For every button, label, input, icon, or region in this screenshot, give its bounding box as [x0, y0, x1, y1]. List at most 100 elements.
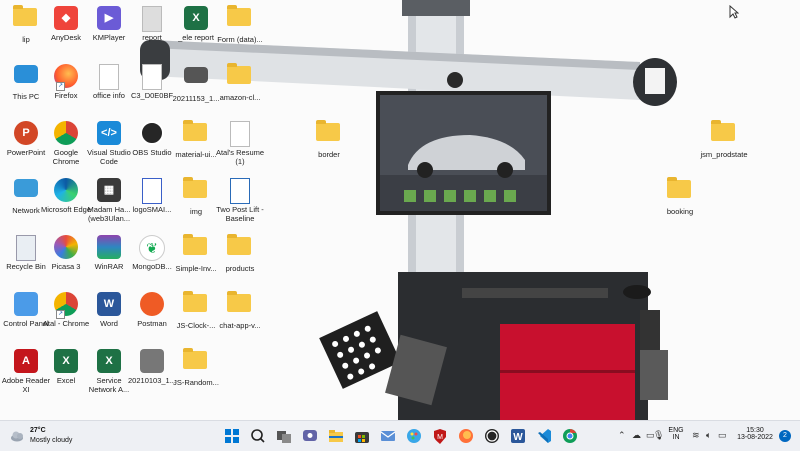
language-indicator[interactable]: ENG IN: [668, 427, 684, 441]
folder-icon: [183, 234, 209, 263]
edge-icon: [53, 178, 79, 204]
language-region: IN: [672, 434, 680, 441]
clock[interactable]: 15:30 13-08-2022: [737, 427, 773, 441]
picasa-icon: [53, 235, 79, 261]
desktop-icon-booking[interactable]: booking: [654, 176, 706, 228]
word-icon: W: [511, 429, 525, 443]
language-code: ENG: [668, 427, 684, 434]
desktop-icon-border[interactable]: border: [303, 119, 355, 171]
folder-icon: [227, 63, 253, 92]
document-icon: [139, 64, 165, 90]
mail-icon: [380, 431, 396, 441]
battery-icon[interactable]: ▭: [718, 430, 727, 441]
file-explorer-icon: [329, 430, 343, 442]
control-panel-icon: [13, 292, 39, 318]
firefox-icon: [459, 429, 473, 443]
mouse-cursor-icon: [729, 5, 739, 19]
anydesk-icon: ◆: [53, 6, 79, 32]
vscode-icon: </>: [96, 121, 122, 147]
desktop-icon-atals-resume[interactable]: Atal's Resume (1): [214, 119, 266, 171]
folder-icon: [227, 5, 253, 34]
desktop-icon-products[interactable]: products: [214, 233, 266, 285]
winrar-icon: [96, 235, 122, 261]
chrome-taskbar-button[interactable]: [560, 426, 580, 446]
obs-icon: [139, 121, 165, 147]
recycle-bin-icon: [13, 235, 39, 261]
image-file-icon: [183, 67, 209, 93]
obs-icon: [485, 429, 499, 443]
cloud-icon: [11, 431, 23, 442]
document-icon: [96, 64, 122, 90]
weather-temp: 27°C: [30, 427, 46, 434]
image-file-icon: [139, 349, 165, 375]
chrome-icon: [563, 429, 577, 443]
chat-icon: [303, 430, 317, 441]
start-button[interactable]: [222, 426, 242, 446]
task-view-icon: [277, 431, 291, 443]
folder-icon: [667, 177, 693, 206]
mcafee-button[interactable]: M: [430, 426, 450, 446]
search-icon: [251, 429, 265, 443]
microphone-icon[interactable]: 🎙︎: [653, 430, 664, 441]
folder-icon: [227, 234, 253, 263]
obs-taskbar-button[interactable]: [482, 426, 502, 446]
desktop-icon-js-random[interactable]: JS-Random...: [170, 347, 222, 399]
vscode-taskbar-button[interactable]: [534, 426, 554, 446]
folder-icon: [711, 120, 737, 149]
desktop: lip This PC P PowerPoint Network Recycle…: [0, 0, 800, 420]
excel-file-icon: X: [183, 6, 209, 32]
mail-button[interactable]: [378, 426, 398, 446]
image-file-icon: [139, 178, 165, 204]
word-icon: W: [96, 292, 122, 318]
folder-icon: [316, 120, 342, 149]
chrome-icon: [53, 121, 79, 147]
folder-icon: [183, 120, 209, 149]
this-pc-icon: [13, 65, 39, 91]
weather-widget[interactable]: 27°C Mostly cloudy: [8, 424, 88, 448]
desktop-icon-two-post-lift[interactable]: Two Post Lift - Baseline: [214, 176, 266, 228]
video-file-icon: ▦: [96, 178, 122, 204]
clock-date: 13-08-2022: [737, 434, 773, 441]
notification-badge[interactable]: 2: [779, 430, 791, 442]
volume-icon[interactable]: 🔈︎: [706, 430, 711, 441]
image-file-icon: [227, 178, 253, 204]
firefox-taskbar-button[interactable]: [456, 426, 476, 446]
word-taskbar-button[interactable]: W: [508, 426, 528, 446]
folder-icon: [13, 5, 39, 34]
excel-file-icon: X: [96, 349, 122, 375]
folder-icon: [183, 291, 209, 320]
mcafee-icon: M: [434, 429, 446, 444]
onedrive-icon[interactable]: ☁: [632, 430, 641, 441]
clock-time: 15:30: [746, 427, 764, 434]
chrome-icon: ↗: [53, 292, 79, 319]
document-icon: [139, 6, 165, 32]
taskbar: 27°C Mostly cloudy M W ⌃ ☁ ▭ 🎙︎ ENG IN ≋…: [0, 420, 800, 451]
start-icon: [225, 429, 239, 443]
wifi-icon[interactable]: ≋: [692, 430, 700, 441]
folder-icon: [183, 348, 209, 377]
microsoft-store-icon: [355, 432, 369, 443]
desktop-icon-jsm-prodstate[interactable]: jsm_prodstate: [698, 119, 750, 171]
desktop-icon-form-data[interactable]: Form (data)...: [214, 4, 266, 56]
task-view-button[interactable]: [274, 426, 294, 446]
mongodb-icon: ❦: [139, 235, 165, 261]
vscode-icon: [538, 429, 551, 443]
chevron-up-icon[interactable]: ⌃: [618, 430, 626, 441]
weather-desc: Mostly cloudy: [30, 437, 73, 444]
desktop-icon-amazon-cl[interactable]: amazon-cl...: [214, 62, 266, 114]
file-explorer-button[interactable]: [326, 426, 346, 446]
postman-icon: [139, 292, 165, 318]
paint-button[interactable]: [404, 426, 424, 446]
excel-icon: X: [53, 349, 79, 375]
adobe-reader-icon: A: [13, 349, 39, 375]
svg-text:M: M: [437, 434, 443, 441]
chat-button[interactable]: [300, 426, 320, 446]
folder-icon: [227, 291, 253, 320]
svg-text:W: W: [513, 432, 523, 443]
microsoft-store-button[interactable]: [352, 426, 372, 446]
firefox-icon: ↗: [53, 64, 79, 91]
paint-icon: [407, 429, 421, 443]
desktop-icon-chat-app[interactable]: chat-app-v...: [214, 290, 266, 342]
kmplayer-icon: ▶: [96, 6, 122, 32]
search-button[interactable]: [248, 426, 268, 446]
